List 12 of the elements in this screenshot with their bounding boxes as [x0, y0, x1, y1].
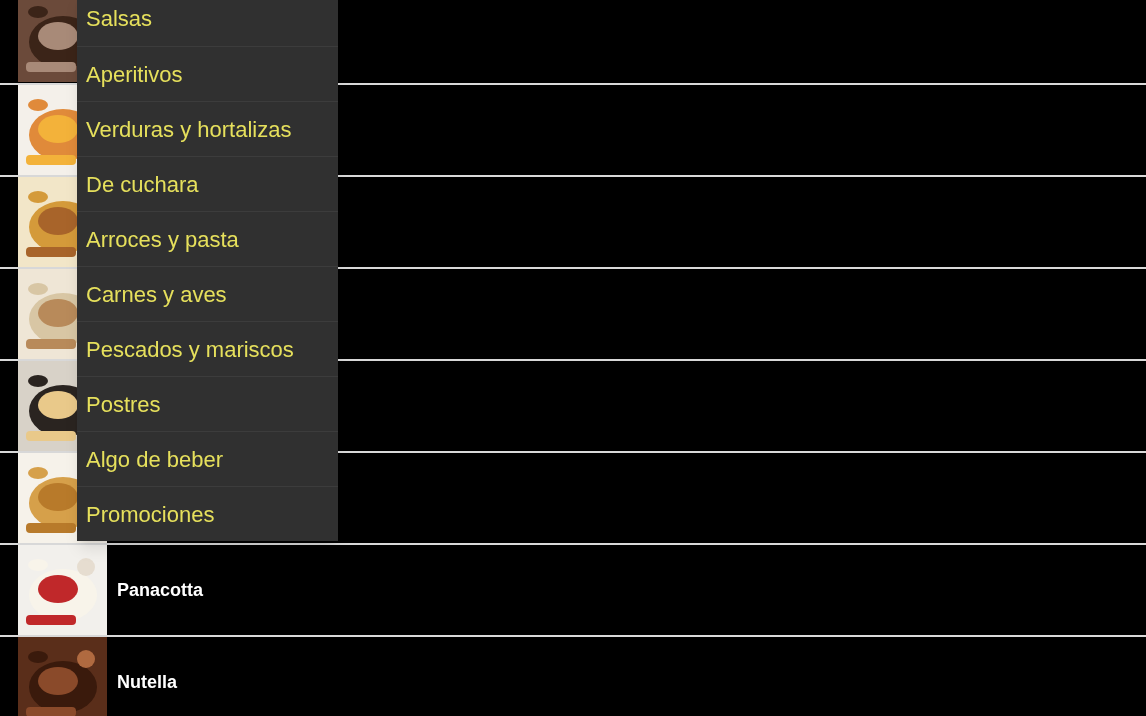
menu-item[interactable]: Carnes y aves: [77, 266, 338, 321]
menu-item[interactable]: Verduras y hortalizas: [77, 101, 338, 156]
menu-item[interactable]: Promociones: [77, 486, 338, 541]
menu-item[interactable]: Pescados y mariscos: [77, 321, 338, 376]
recipe-title: Nutella: [117, 670, 177, 694]
menu-item[interactable]: Arroces y pasta: [77, 211, 338, 266]
menu-item[interactable]: De cuchara: [77, 156, 338, 211]
menu-item[interactable]: Aperitivos: [77, 46, 338, 101]
recipe-title: Panacotta: [117, 578, 204, 602]
menu-item[interactable]: Algo de beber: [77, 431, 338, 486]
menu-item[interactable]: Salsas: [77, 0, 338, 46]
menu-item[interactable]: Postres: [77, 376, 338, 431]
